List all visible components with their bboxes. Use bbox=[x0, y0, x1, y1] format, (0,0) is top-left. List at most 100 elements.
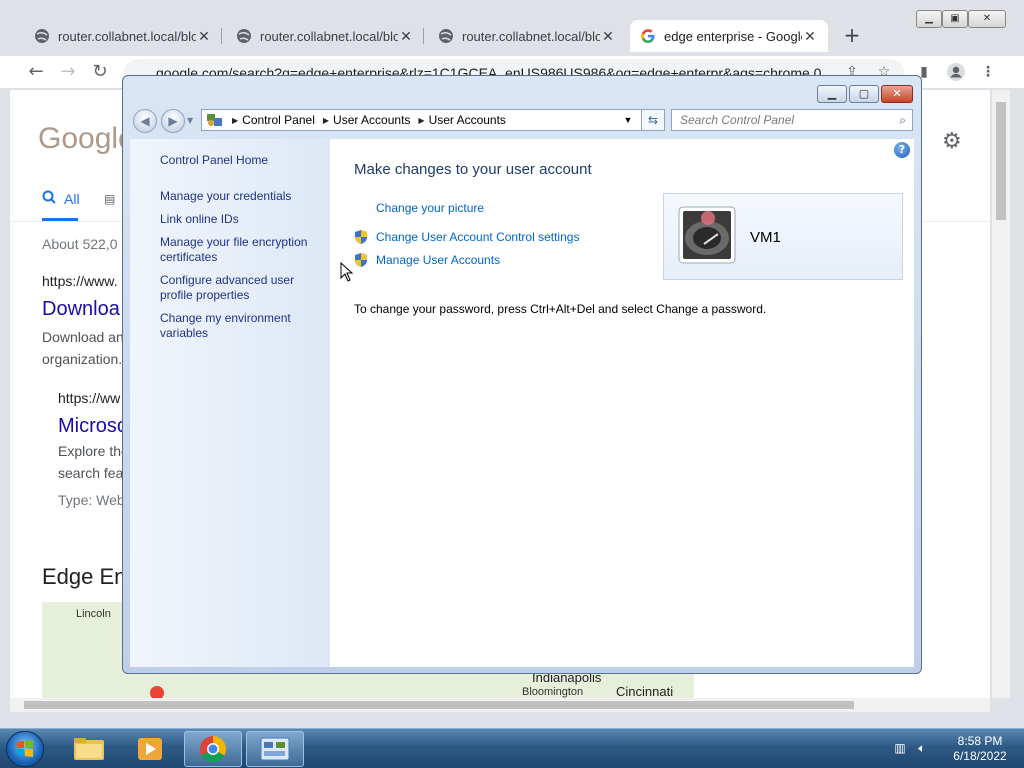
apps-dots-icon[interactable]: ⋮ bbox=[984, 128, 990, 153]
media-player-taskbar-button[interactable] bbox=[122, 731, 180, 767]
breadcrumb-item[interactable]: User Accounts bbox=[329, 113, 418, 127]
control-panel-content: Control Panel Home Manage your credentia… bbox=[130, 139, 914, 667]
result-snippet: Explore the bbox=[58, 443, 129, 459]
windows-logo-icon bbox=[17, 740, 33, 757]
browser-tab-1[interactable]: router.collabnet.local/bloc ✕ bbox=[24, 20, 222, 52]
help-icon[interactable]: ? bbox=[894, 142, 910, 158]
maximize-button[interactable]: ▢ bbox=[849, 85, 879, 103]
result-title-link[interactable]: Downloa bbox=[42, 298, 120, 321]
mouse-cursor-icon bbox=[340, 262, 354, 282]
tab-title: router.collabnet.local/bloc bbox=[462, 28, 600, 44]
account-card: VM1 bbox=[663, 193, 903, 280]
tab-title: router.collabnet.local/bloc bbox=[260, 28, 398, 44]
map-label: Lincoln bbox=[76, 608, 111, 620]
map-label: Bloomington bbox=[522, 686, 584, 698]
uac-settings-link[interactable]: Change User Account Control settings bbox=[376, 230, 579, 244]
sidebar-item-encryption[interactable]: Manage your file encryption certificates bbox=[160, 235, 320, 265]
control-panel-icon bbox=[207, 114, 222, 126]
gear-icon[interactable]: ⚙ bbox=[942, 128, 962, 154]
new-tab-button[interactable]: + bbox=[840, 24, 864, 48]
scrollbar-thumb[interactable] bbox=[996, 102, 1006, 220]
result-url[interactable]: https://ww bbox=[58, 390, 120, 406]
result-count: About 522,0 bbox=[42, 236, 118, 252]
back-arrow-icon[interactable]: ◀ bbox=[133, 109, 157, 133]
control-panel-taskbar-button[interactable] bbox=[246, 731, 304, 767]
vertical-scrollbar[interactable] bbox=[992, 90, 1010, 698]
start-button[interactable] bbox=[6, 731, 44, 767]
globe-icon bbox=[237, 29, 251, 43]
close-icon[interactable]: ✕ bbox=[398, 28, 414, 45]
clock-time: 8:58 PM bbox=[957, 734, 1003, 748]
close-button[interactable]: ✕ bbox=[881, 85, 913, 103]
volume-icon[interactable]: 🔈︎ bbox=[914, 741, 930, 757]
tab-strip: router.collabnet.local/bloc ✕ router.col… bbox=[0, 0, 1024, 56]
horizontal-scrollbar[interactable] bbox=[10, 698, 990, 712]
close-icon[interactable]: ✕ bbox=[802, 28, 818, 45]
control-panel-window: ▁ ▢ ✕ ◀ ▶ ▼ ▶ Control Panel ▶ User Accou… bbox=[122, 75, 922, 674]
folder-icon bbox=[74, 738, 104, 760]
clock-date: 6/18/2022 bbox=[953, 749, 1007, 763]
task-sidebar: Control Panel Home Manage your credentia… bbox=[130, 139, 330, 667]
minimize-button[interactable]: ▁ bbox=[916, 10, 942, 28]
breadcrumb-item[interactable]: Control Panel bbox=[238, 113, 323, 127]
map-label: Cincinnati bbox=[616, 684, 674, 698]
close-icon[interactable]: ✕ bbox=[196, 28, 212, 45]
chrome-taskbar-button[interactable] bbox=[184, 731, 242, 767]
minimize-button[interactable]: ▁ bbox=[817, 85, 847, 103]
sidebar-item-profile-properties[interactable]: Configure advanced user profile properti… bbox=[160, 273, 320, 303]
breadcrumb[interactable]: ▶ Control Panel ▶ User Accounts ▶ User A… bbox=[201, 109, 665, 131]
control-panel-icon bbox=[260, 737, 290, 761]
news-tab-icon[interactable]: ▤ bbox=[104, 192, 115, 206]
taskbar: ▥ 🔈︎ 8:58 PM 6/18/2022 bbox=[0, 728, 1024, 768]
explorer-taskbar-button[interactable] bbox=[60, 731, 118, 767]
history-dropdown-icon[interactable]: ▼ bbox=[187, 116, 193, 125]
close-icon[interactable]: ✕ bbox=[600, 28, 616, 45]
password-note: To change your password, press Ctrl+Alt+… bbox=[354, 302, 767, 316]
sidebar-item-home[interactable]: Control Panel Home bbox=[160, 153, 320, 168]
browser-tab-3[interactable]: router.collabnet.local/bloc ✕ bbox=[428, 20, 626, 52]
globe-icon bbox=[35, 29, 49, 43]
network-icon[interactable]: ▥ bbox=[892, 741, 908, 757]
search-tab-icon bbox=[42, 190, 58, 206]
result-type: Type: Web bbox=[58, 492, 125, 508]
browser-tab-2[interactable]: router.collabnet.local/bloc ✕ bbox=[226, 20, 424, 52]
sidebar-item-environment-variables[interactable]: Change my environment variables bbox=[160, 311, 320, 341]
uac-shield-icon bbox=[355, 253, 367, 267]
close-window-button[interactable]: ✕ bbox=[968, 10, 1006, 28]
profile-icon[interactable] bbox=[944, 60, 968, 84]
result-title-link[interactable]: Microso bbox=[58, 415, 128, 438]
refresh-button[interactable]: ⇆ bbox=[641, 109, 665, 131]
system-clock[interactable]: 8:58 PM 6/18/2022 bbox=[940, 734, 1020, 764]
back-arrow-icon[interactable]: ← bbox=[24, 60, 48, 84]
manage-accounts-link[interactable]: Manage User Accounts bbox=[376, 253, 500, 267]
search-placeholder: Search Control Panel bbox=[680, 113, 795, 127]
map-pin-icon[interactable] bbox=[150, 686, 164, 698]
forward-arrow-icon[interactable]: ▶ bbox=[161, 109, 185, 133]
reload-icon[interactable]: ↻ bbox=[88, 60, 112, 84]
result-url[interactable]: https://www. bbox=[42, 273, 117, 289]
chrome-icon bbox=[200, 735, 227, 763]
sidebar-item-credentials[interactable]: Manage your credentials bbox=[160, 189, 320, 204]
breadcrumb-item[interactable]: User Accounts bbox=[425, 113, 514, 127]
user-picture-icon[interactable] bbox=[678, 206, 736, 266]
google-doodle-logo[interactable]: Google bbox=[38, 122, 135, 156]
section-heading: Edge En bbox=[42, 564, 127, 589]
account-name: VM1 bbox=[750, 229, 781, 246]
globe-icon bbox=[439, 29, 453, 43]
maximize-button[interactable]: ▣ bbox=[942, 10, 968, 28]
tab-title: router.collabnet.local/bloc bbox=[58, 28, 196, 44]
search-input[interactable]: Search Control Panel ⌕ bbox=[671, 109, 913, 131]
tab-all[interactable]: All bbox=[64, 191, 80, 207]
page-title: Make changes to your user account bbox=[354, 161, 592, 178]
forward-arrow-icon[interactable]: → bbox=[56, 60, 80, 84]
search-icon[interactable]: ⌕ bbox=[899, 110, 906, 130]
menu-dots-icon[interactable]: ⋮ bbox=[976, 60, 1000, 84]
media-player-icon bbox=[138, 738, 162, 760]
uac-shield-icon bbox=[355, 230, 367, 244]
sidebar-item-online-ids[interactable]: Link online IDs bbox=[160, 212, 320, 227]
change-picture-link[interactable]: Change your picture bbox=[376, 201, 484, 215]
browser-tab-active[interactable]: edge enterprise - Google ✕ bbox=[630, 20, 828, 52]
chevron-down-icon[interactable]: ▼ bbox=[620, 115, 636, 125]
scrollbar-thumb[interactable] bbox=[24, 701, 854, 709]
tab-title: edge enterprise - Google bbox=[664, 28, 802, 44]
